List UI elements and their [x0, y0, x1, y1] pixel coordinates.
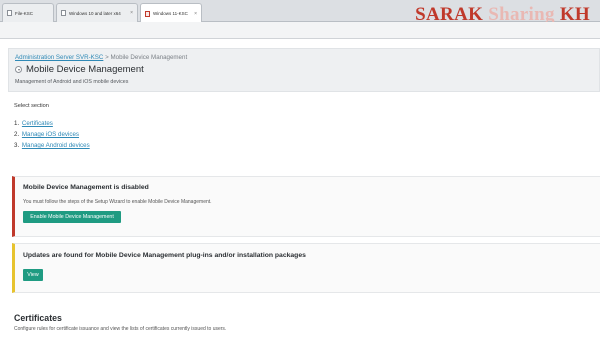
tab-label: Windows 10 and later x64: [69, 10, 121, 16]
page-title: Mobile Device Management: [26, 64, 144, 75]
close-icon[interactable]: ×: [130, 10, 133, 16]
certificates-link[interactable]: Certificates: [22, 120, 53, 127]
breadcrumb: Administration Server SVR-KSC > Mobile D…: [15, 54, 187, 61]
tab-file-ksc[interactable]: File-KSC: [2, 3, 54, 22]
view-button[interactable]: View: [23, 269, 43, 281]
mdm-disabled-notice: Mobile Device Management is disabled You…: [12, 176, 600, 237]
file-icon: [145, 10, 150, 17]
notice-text: You must follow the steps of the Setup W…: [23, 199, 212, 205]
notice-title: Mobile Device Management is disabled: [23, 184, 149, 191]
list-item: 1. Certificates: [14, 120, 53, 127]
list-item: 2. Manage iOS devices: [14, 131, 79, 138]
page-header: Administration Server SVR-KSC > Mobile D…: [8, 48, 600, 92]
section-list: 1. Certificates 2. Manage iOS devices 3.…: [14, 118, 90, 151]
title-row: Mobile Device Management: [15, 64, 144, 75]
address-strip: [0, 22, 600, 39]
breadcrumb-server-link[interactable]: Administration Server SVR-KSC: [15, 54, 103, 61]
breadcrumb-current: Mobile Device Management: [110, 54, 188, 61]
enable-mdm-button[interactable]: Enable Mobile Device Management: [23, 211, 121, 223]
certificates-heading: Certificates: [14, 313, 62, 323]
close-icon[interactable]: ×: [194, 11, 197, 17]
tab-windows-10[interactable]: Windows 10 and later x64 ×: [56, 3, 138, 22]
file-icon: [61, 10, 66, 16]
list-item: 3. Manage Android devices: [14, 142, 90, 149]
manage-android-devices-link[interactable]: Manage Android devices: [22, 142, 90, 149]
breadcrumb-separator: >: [105, 54, 109, 61]
select-section-label: Select section: [14, 103, 49, 109]
manage-ios-devices-link[interactable]: Manage iOS devices: [22, 131, 79, 138]
collapse-icon[interactable]: [15, 66, 22, 73]
updates-notice: Updates are found for Mobile Device Mana…: [12, 243, 600, 293]
page-subtitle: Management of Android and iOS mobile dev…: [15, 79, 129, 85]
tab-label: Windows 11-KSC: [153, 11, 188, 16]
certificates-description: Configure rules for certificate issuance…: [14, 326, 227, 332]
tab-windows-11-ksc[interactable]: Windows 11-KSC ×: [140, 3, 202, 23]
notice-title: Updates are found for Mobile Device Mana…: [23, 252, 306, 259]
tab-label: File-KSC: [15, 10, 34, 16]
file-icon: [7, 10, 12, 16]
